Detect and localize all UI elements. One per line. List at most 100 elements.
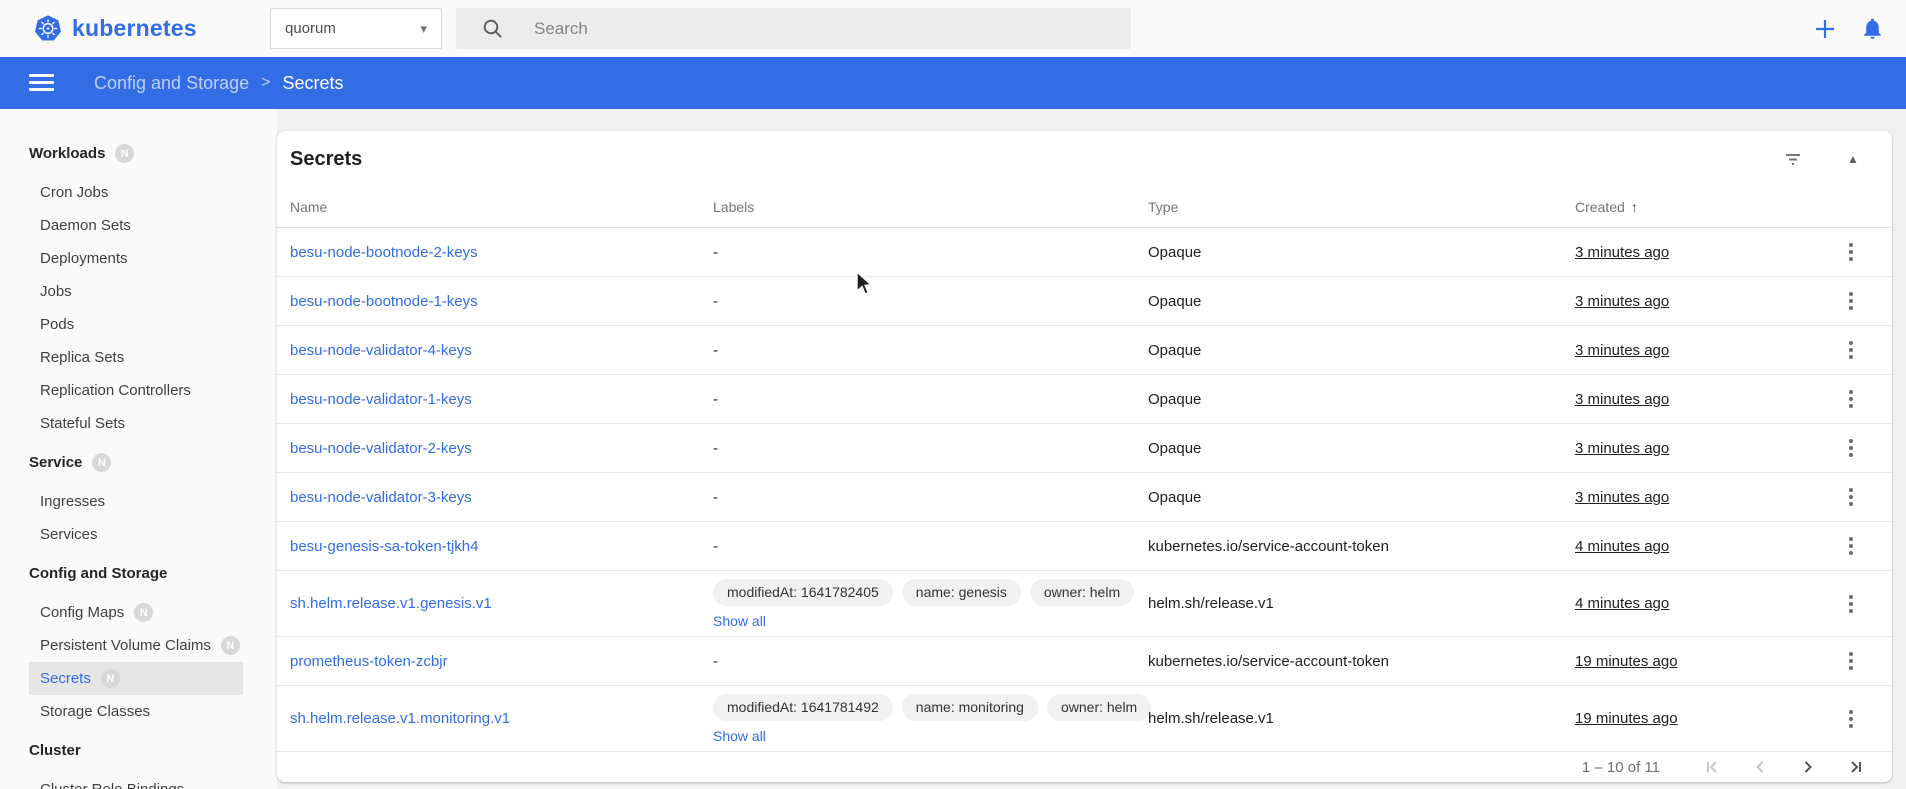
kebab-dot: [1849, 243, 1853, 247]
last-page-icon: [1846, 757, 1866, 777]
secret-type: helm.sh/release.v1: [1148, 595, 1274, 612]
label-chip: modifiedAt: 1641782405: [713, 579, 893, 606]
cell-created: 4 minutes ago: [1575, 538, 1837, 555]
column-header-created[interactable]: Created↑: [1575, 199, 1837, 215]
cell-labels: -: [713, 653, 1148, 670]
kubernetes-logo[interactable]: kubernetes: [34, 0, 197, 57]
labels-empty-value: -: [713, 391, 718, 408]
sidebar-item-services[interactable]: Services: [29, 518, 243, 551]
namespace-selector[interactable]: quorum ▾: [270, 8, 442, 49]
row-actions-button[interactable]: [1837, 238, 1865, 266]
sidebar-item-label: Config Maps: [40, 604, 124, 621]
sidebar-item-config-maps[interactable]: Config MapsN: [29, 596, 243, 629]
menu-button[interactable]: [29, 74, 54, 91]
sidebar-item-deployments[interactable]: Deployments: [29, 242, 243, 275]
show-all-link[interactable]: Show all: [713, 728, 766, 744]
sidebar-item-storage-classes[interactable]: Storage Classes: [29, 695, 243, 728]
sidebar-item-ingresses[interactable]: Ingresses: [29, 485, 243, 518]
kebab-dot: [1849, 390, 1853, 394]
next-page-button[interactable]: [1784, 752, 1832, 782]
cell-created: 3 minutes ago: [1575, 440, 1837, 457]
row-actions-button[interactable]: [1837, 705, 1865, 733]
filter-button[interactable]: [1779, 145, 1807, 173]
column-header-labels[interactable]: Labels: [713, 199, 1148, 215]
row-actions-button[interactable]: [1837, 434, 1865, 462]
filter-icon: [1782, 148, 1804, 170]
labels-empty-value: -: [713, 293, 718, 310]
cell-created: 3 minutes ago: [1575, 489, 1837, 506]
secret-name-link[interactable]: besu-node-validator-1-keys: [290, 391, 472, 408]
pagination-range: 1 – 10 of 11: [1582, 759, 1660, 776]
notifications-button[interactable]: [1860, 0, 1885, 57]
column-header-name[interactable]: Name: [290, 199, 713, 215]
secret-type: helm.sh/release.v1: [1148, 710, 1274, 727]
sidebar-item-secrets[interactable]: SecretsN: [29, 662, 243, 695]
first-page-button[interactable]: [1688, 752, 1736, 782]
page-title: Secrets: [290, 148, 362, 171]
secret-name-link[interactable]: besu-genesis-sa-token-tjkh4: [290, 538, 478, 555]
cell-type: Opaque: [1148, 244, 1575, 261]
secret-type: Opaque: [1148, 489, 1201, 506]
kebab-dot: [1849, 537, 1853, 541]
row-actions-button[interactable]: [1837, 590, 1865, 618]
sidebar-item-label: Ingresses: [40, 493, 105, 510]
sidebar-item-label: Jobs: [40, 283, 72, 300]
cell-actions: [1837, 647, 1892, 675]
secret-name-link[interactable]: besu-node-bootnode-1-keys: [290, 293, 478, 310]
hamburger-icon: [29, 74, 54, 77]
cell-name: besu-node-validator-1-keys: [290, 391, 713, 408]
row-actions-button[interactable]: [1837, 336, 1865, 364]
sidebar-item-replica-sets[interactable]: Replica Sets: [29, 341, 243, 374]
created-ago: 3 minutes ago: [1575, 293, 1669, 310]
breadcrumb-parent-link[interactable]: Config and Storage: [94, 73, 249, 94]
sidebar-item-cluster-role-bindings[interactable]: Cluster Role Bindings: [29, 773, 243, 789]
sidebar-item-label: Replication Controllers: [40, 382, 191, 399]
sidebar-section-label: Service: [29, 454, 82, 471]
cell-name: besu-node-bootnode-2-keys: [290, 244, 713, 261]
sidebar-nav: WorkloadsN Cron Jobs Daemon Sets Deployment…: [0, 109, 277, 789]
namespaced-badge: N: [101, 669, 120, 688]
breadcrumb: Config and Storage > Secrets: [94, 57, 343, 109]
sidebar-item-cron-jobs[interactable]: Cron Jobs: [29, 176, 243, 209]
secret-name-link[interactable]: besu-node-bootnode-2-keys: [290, 244, 478, 261]
row-actions-button[interactable]: [1837, 532, 1865, 560]
add-resource-button[interactable]: [1812, 0, 1838, 57]
secret-name-link[interactable]: sh.helm.release.v1.monitoring.v1: [290, 710, 510, 727]
pagination: 1 – 10 of 11: [277, 752, 1892, 782]
secret-name-link[interactable]: sh.helm.release.v1.genesis.v1: [290, 595, 492, 612]
row-actions-button[interactable]: [1837, 483, 1865, 511]
sidebar-item-label: Persistent Volume Claims: [40, 637, 211, 654]
collapse-card-button[interactable]: ▲: [1839, 145, 1867, 173]
sidebar-item-jobs[interactable]: Jobs: [29, 275, 243, 308]
show-all-link[interactable]: Show all: [713, 613, 766, 629]
prev-page-button[interactable]: [1736, 752, 1784, 782]
kebab-dot: [1849, 495, 1853, 499]
secret-type: Opaque: [1148, 440, 1201, 457]
kebab-dot: [1849, 717, 1853, 721]
search-input[interactable]: [534, 19, 1054, 39]
sidebar-section-workloads: WorkloadsN: [0, 137, 277, 170]
sidebar-item-stateful-sets[interactable]: Stateful Sets: [29, 407, 243, 440]
column-header-type[interactable]: Type: [1148, 199, 1575, 215]
cell-actions: [1837, 590, 1892, 618]
labels-empty-value: -: [713, 489, 718, 506]
sidebar-item-daemon-sets[interactable]: Daemon Sets: [29, 209, 243, 242]
sidebar-item-label: Daemon Sets: [40, 217, 131, 234]
secret-name-link[interactable]: besu-node-validator-2-keys: [290, 440, 472, 457]
sidebar-item-pods[interactable]: Pods: [29, 308, 243, 341]
row-actions-button[interactable]: [1837, 287, 1865, 315]
secret-type: kubernetes.io/service-account-token: [1148, 653, 1389, 670]
sidebar-section-service: ServiceN: [0, 446, 277, 479]
secret-name-link[interactable]: besu-node-validator-4-keys: [290, 342, 472, 359]
secret-name-link[interactable]: besu-node-validator-3-keys: [290, 489, 472, 506]
cell-created: 3 minutes ago: [1575, 293, 1837, 310]
sort-asc-icon: ↑: [1631, 199, 1638, 215]
sidebar-item-replication-controllers[interactable]: Replication Controllers: [29, 374, 243, 407]
row-actions-button[interactable]: [1837, 647, 1865, 675]
row-actions-button[interactable]: [1837, 385, 1865, 413]
last-page-button[interactable]: [1832, 752, 1880, 782]
cell-type: Opaque: [1148, 342, 1575, 359]
sidebar-item-persistent-volume-claims[interactable]: Persistent Volume ClaimsN: [29, 629, 243, 662]
sidebar-item-label: Cluster Role Bindings: [40, 781, 184, 789]
secret-name-link[interactable]: prometheus-token-zcbjr: [290, 653, 448, 670]
